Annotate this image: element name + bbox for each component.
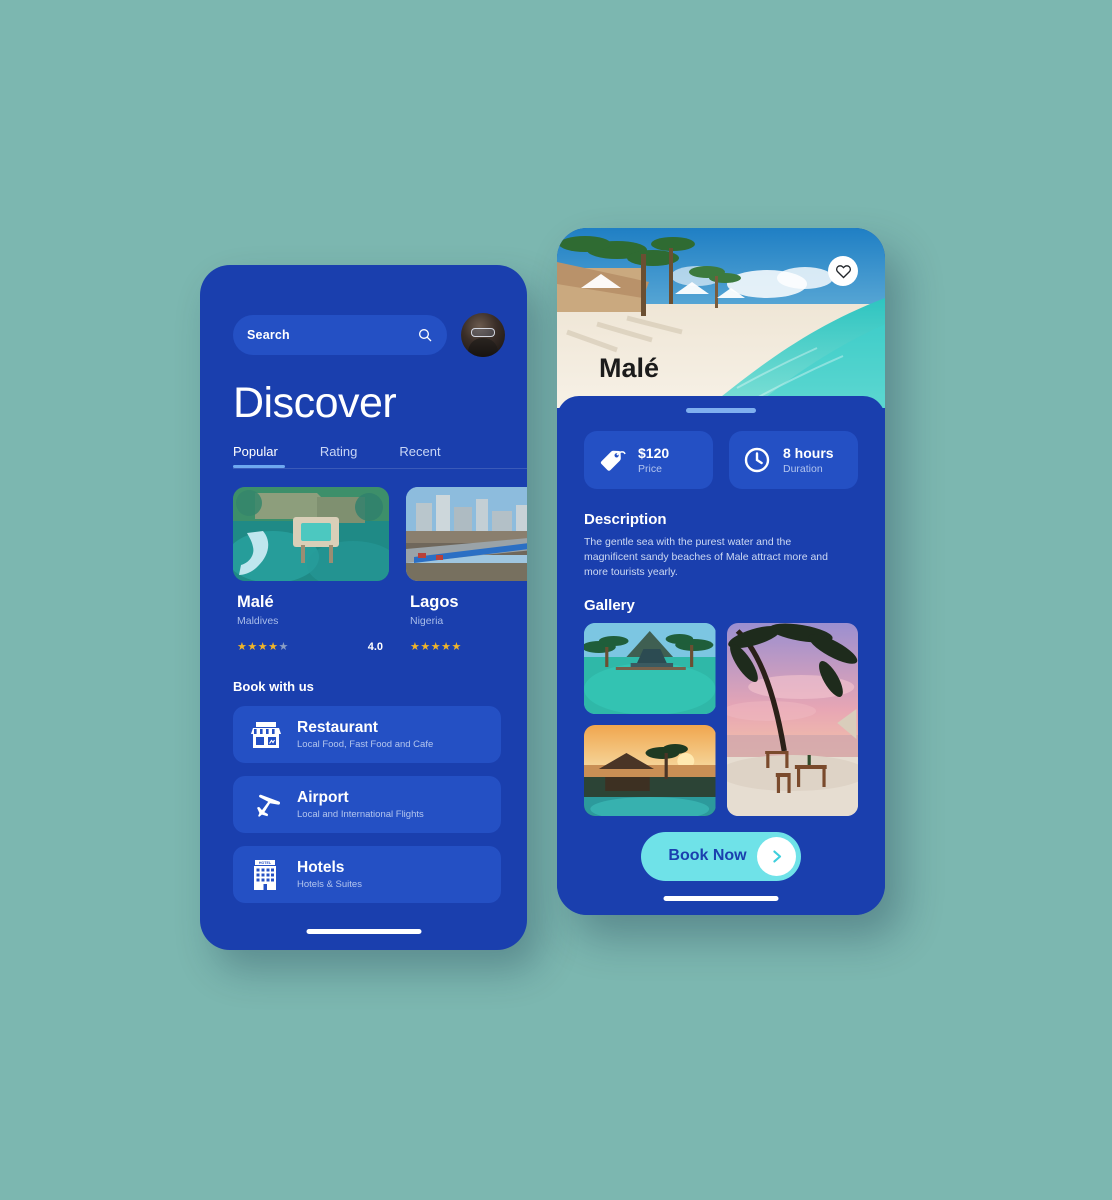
card-country: Maldives	[237, 615, 279, 627]
gallery-image-lagoon[interactable]	[584, 622, 716, 714]
book-now-button[interactable]: Book Now	[641, 831, 801, 881]
discover-tabs: Popular Rating Recent	[200, 428, 527, 468]
service-subtitle: Hotels & Suites	[297, 878, 362, 890]
chip-value: $120	[638, 445, 670, 462]
service-text: Restaurant Local Food, Fast Food and Caf…	[297, 719, 433, 749]
card-country: Nigeria	[410, 615, 444, 627]
page-title: Discover	[233, 379, 397, 427]
service-text: Hotels Hotels & Suites	[297, 859, 362, 889]
tab-rating[interactable]: Rating	[320, 444, 358, 468]
card-rating-row: ★★★★★	[406, 627, 527, 653]
gallery-left-column	[584, 622, 716, 816]
airplane-icon	[257, 794, 281, 817]
phone-detail-screen: Malé $120 Price 8 hours Duration Descrip…	[557, 228, 885, 915]
info-chips: $120 Price 8 hours Duration	[557, 413, 885, 489]
book-now-arrow	[756, 836, 796, 876]
service-title: Airport	[297, 789, 349, 807]
avatar[interactable]	[461, 313, 505, 357]
home-indicator	[663, 896, 779, 901]
book-now-label: Book Now	[668, 847, 747, 865]
rating-value: 4.0	[367, 640, 383, 653]
phone-discover-screen: Search Discover Popular Rating Recent Ma…	[200, 265, 527, 950]
service-row-airport[interactable]: Airport Local and International Flights	[233, 776, 501, 833]
chip-duration: 8 hours Duration	[729, 431, 858, 489]
card-rating-row: ★★★★★ 4.0	[233, 627, 389, 654]
card-title: Malé	[237, 593, 274, 611]
discover-topbar: Search	[200, 265, 527, 357]
hotel-building-icon: HOTEL	[254, 859, 276, 890]
service-row-hotels[interactable]: HOTEL Hotels Hotels & Suites	[233, 846, 501, 903]
gallery-grid	[557, 614, 885, 816]
chevron-right-icon	[772, 850, 781, 863]
detail-sheet: $120 Price 8 hours Duration Description	[557, 396, 885, 915]
service-subtitle: Local Food, Fast Food and Cafe	[297, 738, 434, 750]
book-with-us-heading: Book with us	[233, 679, 314, 694]
service-title: Restaurant	[297, 719, 378, 737]
service-title: Hotels	[297, 859, 345, 877]
destination-card-male[interactable]: Malé Maldives ★★★★★ 4.0	[233, 487, 389, 653]
card-image-lagos	[406, 487, 527, 581]
search-placeholder: Search	[247, 328, 290, 342]
card-title: Lagos	[410, 593, 459, 611]
cta-wrapper: Book Now	[557, 816, 885, 881]
clock-icon	[744, 447, 770, 473]
description-heading: Description	[584, 511, 667, 528]
destination-title: Malé	[599, 353, 660, 383]
chip-value: 8 hours	[783, 445, 834, 462]
home-indicator	[306, 929, 421, 934]
star-rating: ★★★★★	[410, 641, 462, 653]
gallery-image-sunset-resort[interactable]	[584, 724, 716, 816]
price-tag-icon	[600, 450, 626, 471]
gallery-heading: Gallery	[584, 596, 635, 614]
chip-text: 8 hours Duration	[783, 445, 834, 474]
tab-recent[interactable]: Recent	[399, 444, 440, 468]
service-row-restaurant[interactable]: Restaurant Local Food, Fast Food and Caf…	[233, 706, 501, 763]
search-icon	[419, 329, 432, 342]
heart-icon	[835, 264, 851, 278]
service-subtitle: Local and International Flights	[297, 808, 424, 820]
favorite-button[interactable]	[828, 256, 858, 286]
destination-card-lagos[interactable]: Lagos Nigeria ★★★★★	[406, 487, 527, 653]
svg-text:HOTEL: HOTEL	[259, 861, 272, 865]
services-list: Restaurant Local Food, Fast Food and Caf…	[200, 694, 527, 903]
gallery-image-beach-dining[interactable]	[726, 622, 858, 816]
service-text: Airport Local and International Flights	[297, 789, 424, 819]
star-rating: ★★★★★	[237, 641, 289, 653]
hero-image: Malé	[557, 228, 885, 408]
chip-text: $120 Price	[638, 445, 669, 474]
card-image-male	[233, 487, 389, 581]
mockup-stage: Search Discover Popular Rating Recent Ma…	[0, 0, 1112, 1200]
chip-label: Duration	[783, 462, 823, 475]
description-body: The gentle sea with the purest water and…	[584, 536, 828, 578]
destination-carousel[interactable]: Malé Maldives ★★★★★ 4.0 Lagos Nigeria ★★…	[200, 469, 527, 653]
chip-price: $120 Price	[584, 431, 713, 489]
tab-popular[interactable]: Popular	[233, 444, 278, 468]
search-input[interactable]: Search	[233, 315, 447, 355]
storefront-icon	[251, 721, 281, 748]
chip-label: Price	[638, 462, 662, 475]
